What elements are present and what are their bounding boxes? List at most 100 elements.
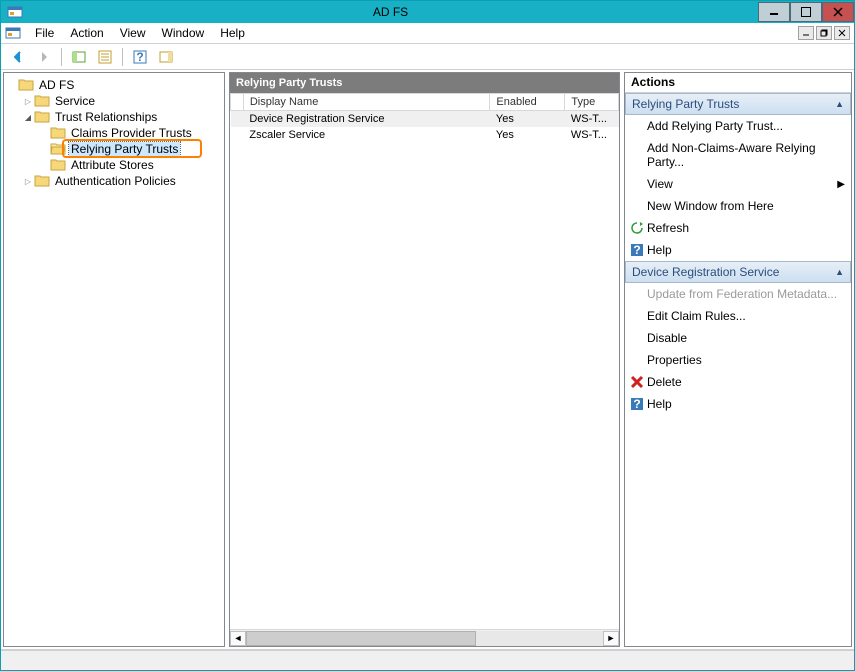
refresh-icon (629, 220, 645, 236)
tree-label: AD FS (37, 78, 76, 92)
actions-group-title: Device Registration Service (632, 265, 779, 279)
properties-button[interactable] (94, 46, 116, 68)
window-controls (758, 1, 854, 23)
scroll-right-button[interactable]: ► (603, 631, 619, 646)
folder-open-icon (50, 142, 66, 156)
action-properties[interactable]: Properties (625, 349, 851, 371)
menu-view[interactable]: View (112, 24, 154, 42)
titlebar: AD FS (1, 1, 854, 23)
col-enabled[interactable]: Enabled (490, 94, 565, 111)
menubar: File Action View Window Help (1, 23, 854, 44)
show-hide-tree-button[interactable] (68, 46, 90, 68)
folder-icon (34, 94, 50, 108)
show-hide-action-pane-button[interactable] (155, 46, 177, 68)
close-button[interactable] (822, 2, 854, 22)
tree-label: Attribute Stores (69, 158, 156, 172)
mdi-close-button[interactable] (834, 26, 850, 40)
tree-label: Relying Party Trusts (69, 142, 180, 156)
menu-help[interactable]: Help (212, 24, 253, 42)
col-display-name[interactable]: Display Name (243, 94, 490, 111)
tree-pane: AD FS Service (3, 72, 225, 647)
action-disable[interactable]: Disable (625, 327, 851, 349)
center-pane: Relying Party Trusts Display Name Enable… (229, 72, 620, 647)
titlebar-title: AD FS (23, 5, 758, 19)
actions-group-title: Relying Party Trusts (632, 97, 739, 111)
mdi-minimize-button[interactable] (798, 26, 814, 40)
scroll-track[interactable] (246, 631, 603, 646)
tree-authentication-policies[interactable]: Authentication Policies (22, 173, 222, 189)
menu-file[interactable]: File (27, 24, 62, 42)
mdi-restore-button[interactable] (816, 26, 832, 40)
tree-trust-relationships[interactable]: Trust Relationships (22, 109, 222, 125)
collapse-icon[interactable]: ▲ (835, 99, 844, 109)
tree-root-adfs[interactable]: AD FS (6, 77, 222, 93)
forward-button[interactable] (33, 46, 55, 68)
action-edit-claim-rules[interactable]: Edit Claim Rules... (625, 305, 851, 327)
help-icon: ? (629, 396, 645, 412)
tree-label: Trust Relationships (53, 110, 159, 124)
action-refresh[interactable]: Refresh (625, 217, 851, 239)
app-icon (7, 4, 23, 20)
action-update-metadata: Update from Federation Metadata... (625, 283, 851, 305)
expand-icon[interactable] (22, 96, 34, 107)
col-type[interactable]: Type (565, 94, 619, 111)
center-header: Relying Party Trusts (230, 73, 619, 93)
menu-window[interactable]: Window (154, 24, 213, 42)
action-help-2[interactable]: ? Help (625, 393, 851, 415)
cell-enabled: Yes (490, 127, 565, 143)
back-button[interactable] (7, 46, 29, 68)
center-table: Display Name Enabled Type Device Registr… (230, 93, 619, 629)
table-header-row: Display Name Enabled Type (231, 94, 619, 111)
cell-name: Zscaler Service (243, 127, 490, 143)
adfs-window: AD FS File Action View Window Help (0, 0, 855, 671)
folder-icon (50, 158, 66, 172)
toolbar: ? (1, 44, 854, 70)
actions-group-rpt[interactable]: Relying Party Trusts ▲ (625, 93, 851, 115)
expand-icon[interactable] (22, 176, 34, 187)
collapse-icon[interactable]: ▲ (835, 267, 844, 277)
action-add-rp-trust[interactable]: Add Relying Party Trust... (625, 115, 851, 137)
actions-header: Actions (625, 73, 851, 93)
actions-pane: Actions Relying Party Trusts ▲ Add Relyi… (624, 72, 852, 647)
tree-relying-party-trusts[interactable]: Relying Party Trusts (38, 141, 222, 157)
tree-claims-provider-trusts[interactable]: Claims Provider Trusts (38, 125, 222, 141)
action-view[interactable]: View▶ (625, 173, 851, 195)
help-button[interactable]: ? (129, 46, 151, 68)
table-row[interactable]: Device Registration Service Yes WS-T... (231, 111, 619, 128)
tree-label: Claims Provider Trusts (69, 126, 194, 140)
tree-attribute-stores[interactable]: Attribute Stores (38, 157, 222, 173)
body: AD FS Service (1, 70, 854, 650)
action-new-window[interactable]: New Window from Here (625, 195, 851, 217)
action-help[interactable]: ? Help (625, 239, 851, 261)
folder-icon (34, 110, 50, 124)
cell-type: WS-T... (565, 111, 619, 128)
cell-type: WS-T... (565, 127, 619, 143)
horizontal-scrollbar[interactable]: ◄ ► (230, 629, 619, 646)
svg-text:?: ? (633, 397, 640, 411)
action-delete[interactable]: Delete (625, 371, 851, 393)
statusbar (1, 650, 854, 670)
tree-label: Service (53, 94, 97, 108)
maximize-button[interactable] (790, 2, 822, 22)
help-icon: ? (629, 242, 645, 258)
scroll-left-button[interactable]: ◄ (230, 631, 246, 646)
folder-icon (18, 78, 34, 92)
scroll-thumb[interactable] (246, 631, 476, 646)
minimize-button[interactable] (758, 2, 790, 22)
chevron-right-icon: ▶ (837, 179, 845, 190)
col-spacer[interactable] (231, 94, 244, 111)
delete-icon (629, 374, 645, 390)
svg-text:?: ? (136, 50, 143, 64)
table-row[interactable]: Zscaler Service Yes WS-T... (231, 127, 619, 143)
tree: AD FS Service (6, 77, 222, 189)
folder-icon (34, 174, 50, 188)
svg-text:?: ? (633, 243, 640, 257)
collapse-icon[interactable] (22, 112, 34, 123)
cell-name: Device Registration Service (243, 111, 490, 128)
menu-action[interactable]: Action (62, 24, 111, 42)
cell-enabled: Yes (490, 111, 565, 128)
tree-service[interactable]: Service (22, 93, 222, 109)
actions-group-drs[interactable]: Device Registration Service ▲ (625, 261, 851, 283)
tree-label: Authentication Policies (53, 174, 178, 188)
action-add-non-claims[interactable]: Add Non-Claims-Aware Relying Party... (625, 137, 851, 173)
